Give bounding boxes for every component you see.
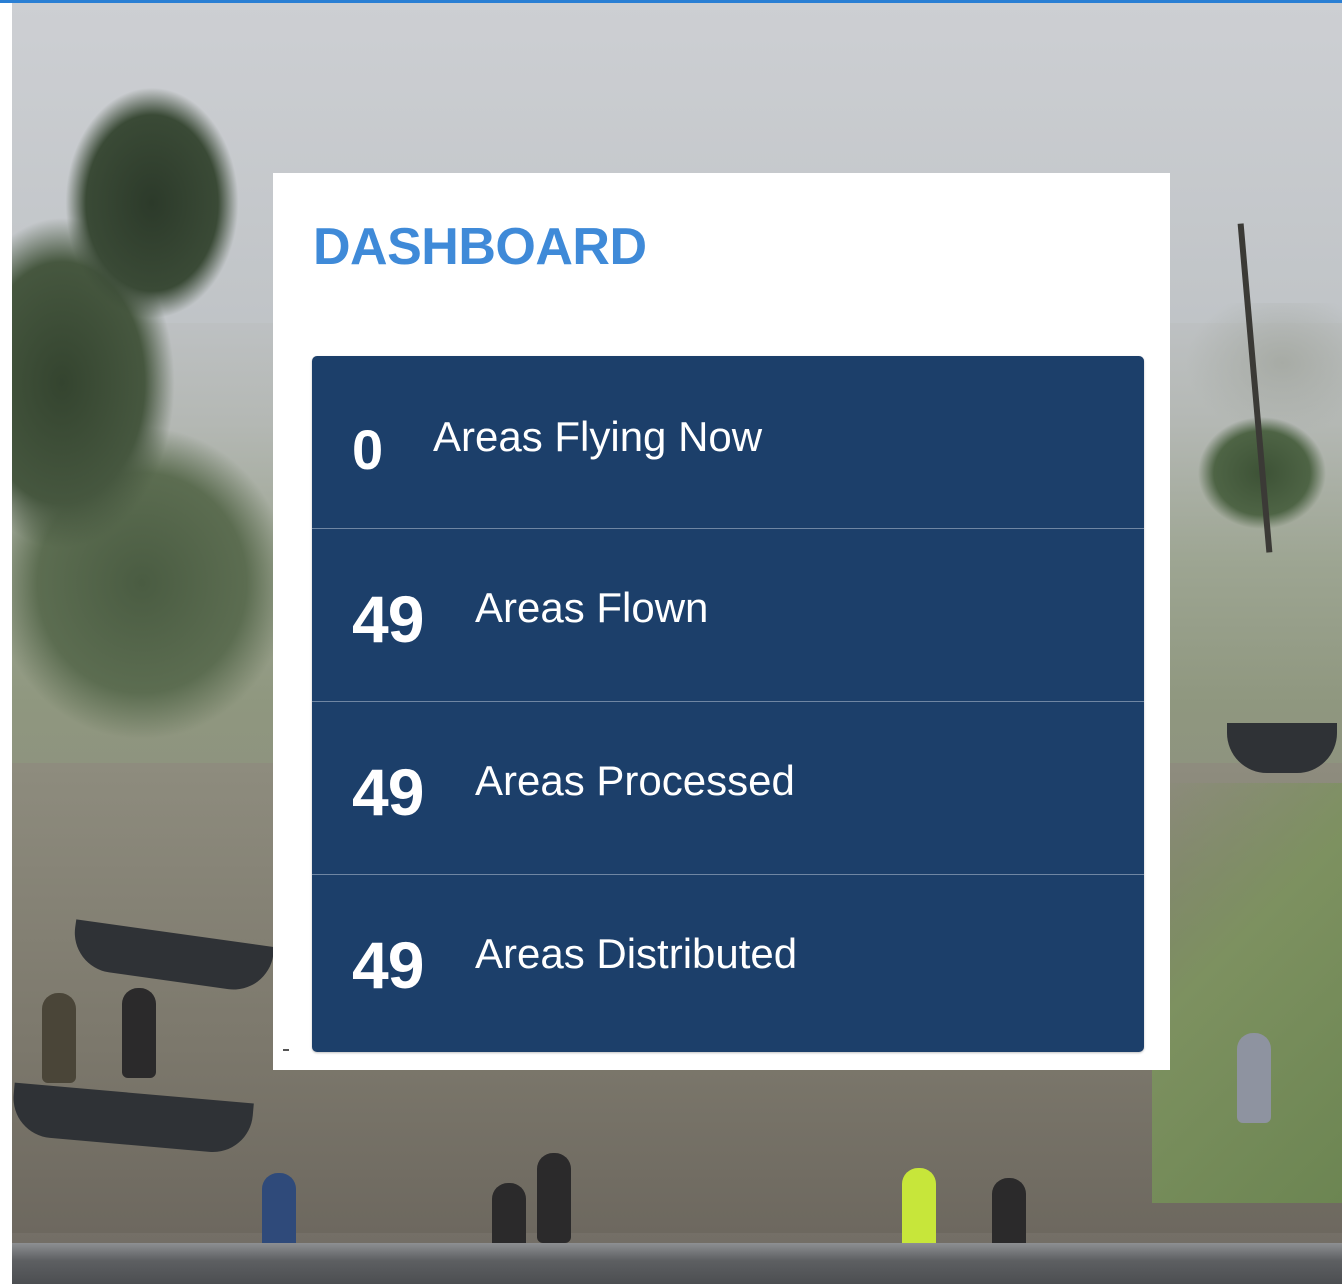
photo-trees-right — [1152, 303, 1342, 583]
stat-row-distributed: 49 Areas Distributed — [312, 875, 1144, 1050]
stat-label: Areas Flying Now — [433, 413, 763, 460]
left-edge-strip — [0, 3, 12, 1284]
stats-panel: 0 Areas Flying Now 49 Areas Flown 49 Are… — [312, 356, 1144, 1052]
stat-row-processed: 49 Areas Processed — [312, 702, 1144, 875]
stat-value: 49 — [352, 582, 424, 656]
dashboard-card: DASHBOARD 0 Areas Flying Now 49 Areas Fl… — [273, 173, 1170, 1070]
stat-label: Areas Distributed — [475, 930, 798, 977]
photo-person — [537, 1153, 571, 1243]
corner-mark — [283, 1049, 289, 1051]
stat-value: 0 — [352, 418, 383, 481]
stat-label: Areas Processed — [475, 757, 795, 804]
stat-label: Areas Flown — [475, 584, 709, 631]
photo-person — [42, 993, 76, 1083]
stat-value: 49 — [352, 755, 424, 829]
stat-value: 49 — [352, 928, 424, 1002]
photo-bridge-railing — [12, 1243, 1342, 1284]
photo-person — [1237, 1033, 1271, 1123]
photo-trees-left — [12, 23, 302, 783]
photo-person — [122, 988, 156, 1078]
photo-grass-bank — [1152, 783, 1342, 1203]
dashboard-title: DASHBOARD — [313, 218, 647, 276]
stat-row-flown: 49 Areas Flown — [312, 529, 1144, 702]
stat-row-flying-now: 0 Areas Flying Now — [312, 356, 1144, 529]
